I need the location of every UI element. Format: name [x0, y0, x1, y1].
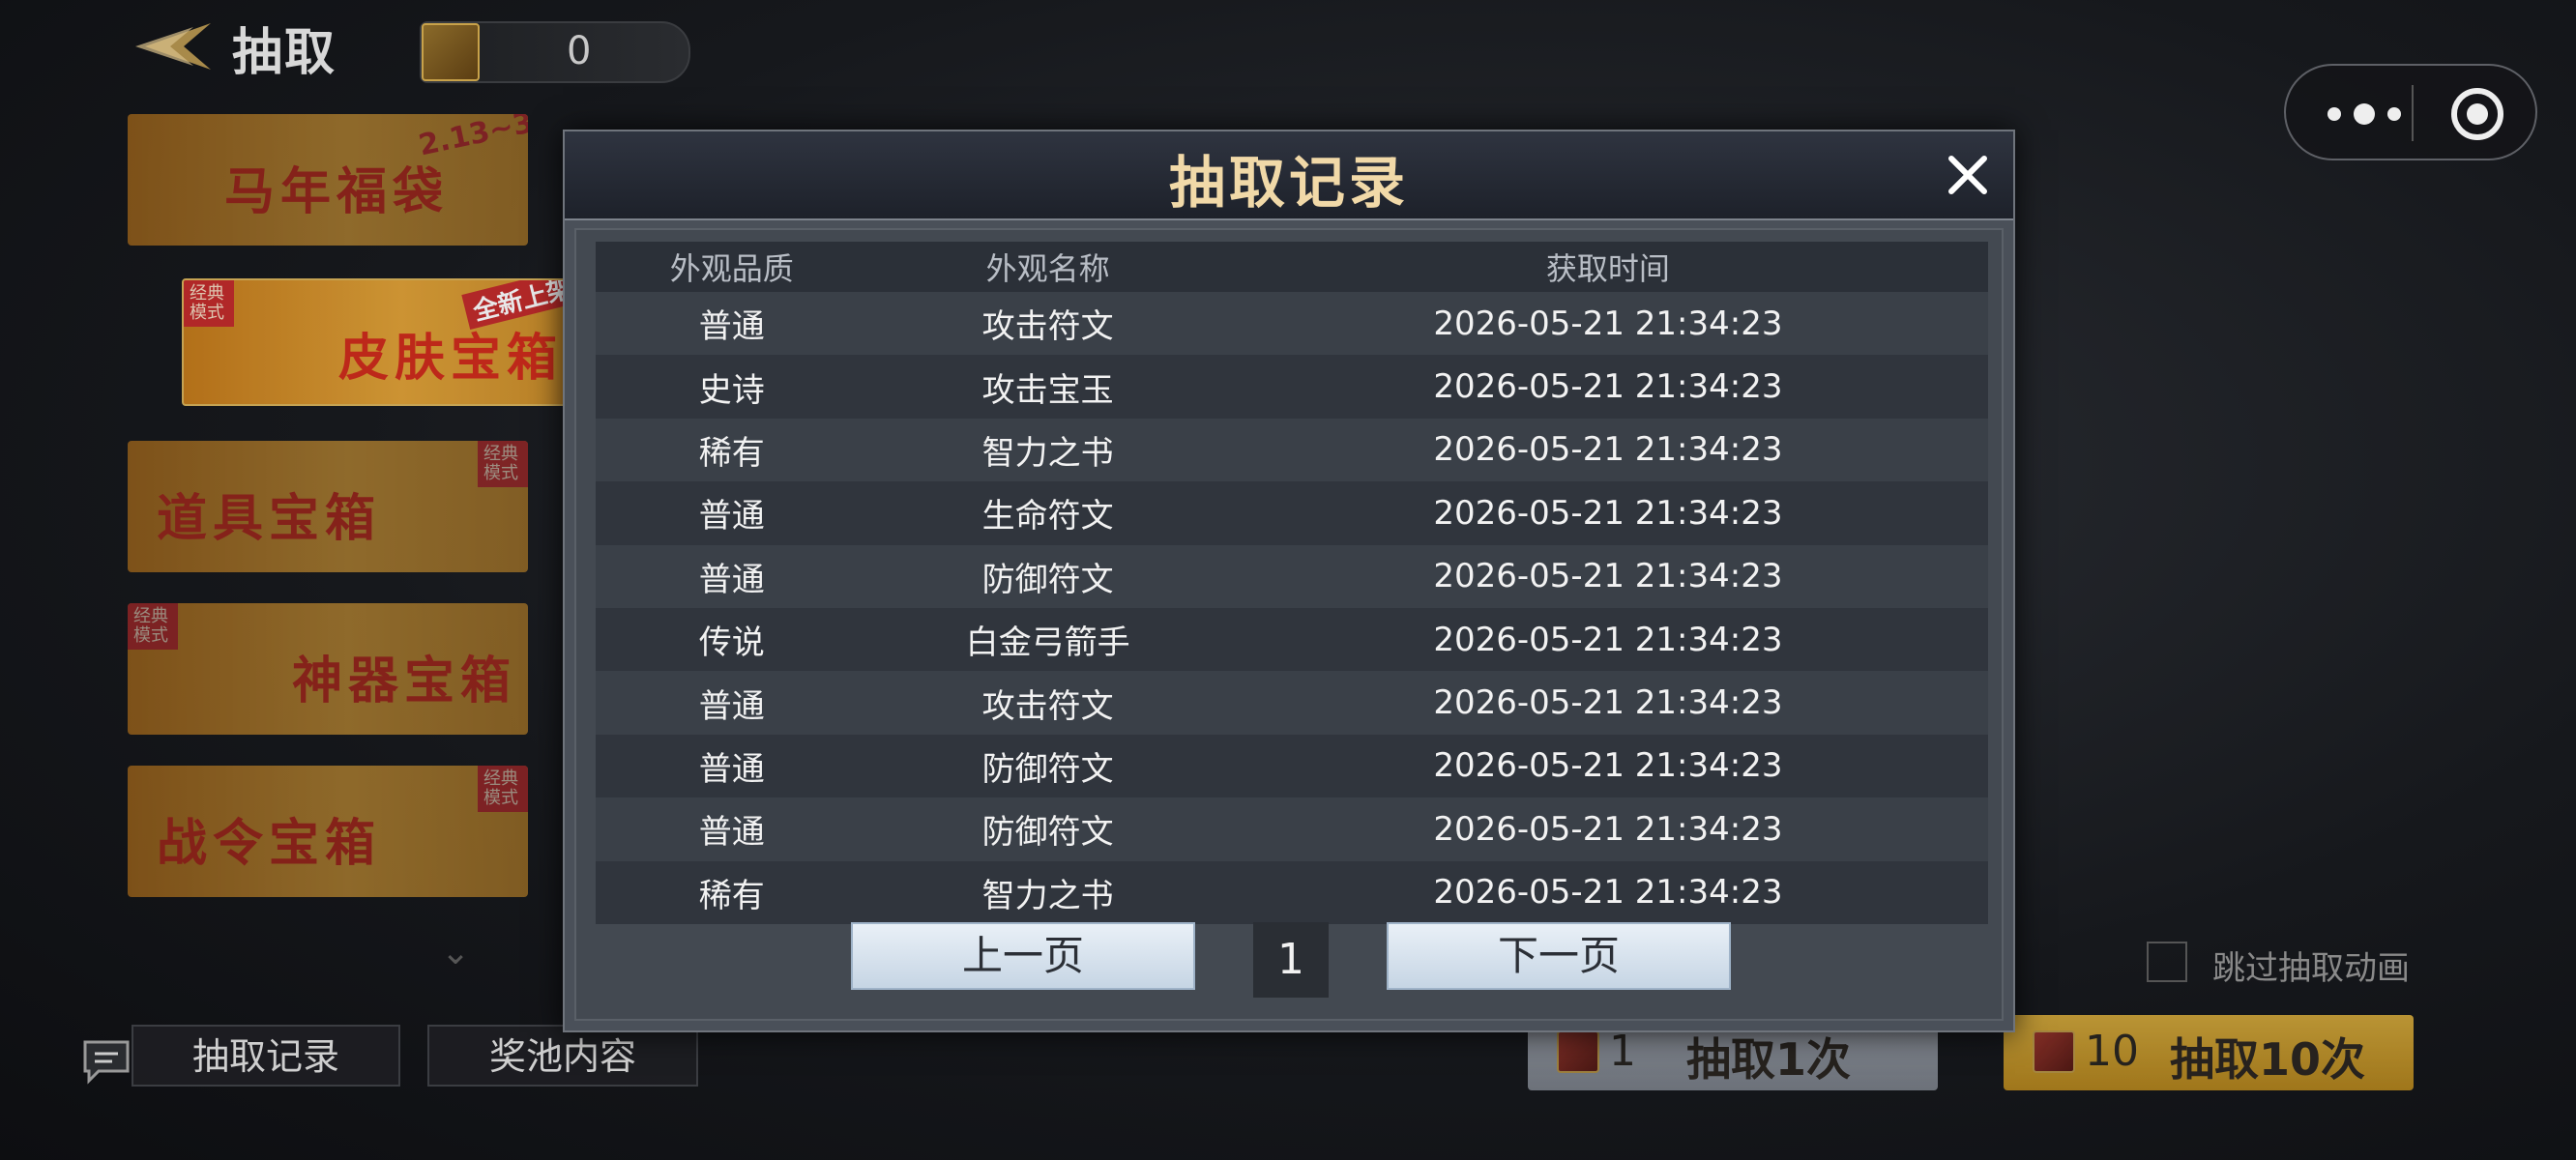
- page-number: 1: [1253, 922, 1329, 998]
- cell-name: 攻击宝玉: [867, 355, 1228, 419]
- table-row: 史诗 攻击宝玉 2026-05-21 21:34:23: [596, 355, 1988, 419]
- cell-time: 2026-05-21 21:34:23: [1227, 544, 1988, 608]
- cell-name: 防御符文: [867, 734, 1228, 798]
- table-header-row: 外观品质 外观名称 获取时间: [596, 242, 1988, 292]
- classic-mode-tag: 经典模式: [478, 441, 528, 487]
- cell-quality: 普通: [596, 481, 868, 545]
- draw-ten-button[interactable]: 10 抽取10次: [2004, 1015, 2414, 1090]
- banner-label: 道具宝箱: [157, 490, 382, 548]
- book-icon: [2033, 1030, 2075, 1073]
- cell-name: 生命符文: [867, 481, 1228, 545]
- banner-battlepass-chest[interactable]: 战令宝箱 经典模式: [128, 766, 528, 897]
- draw-ten-label: 抽取10次: [2170, 1033, 2366, 1086]
- banner-lucky-bag[interactable]: 马年福袋 2.13~3.5: [128, 114, 528, 246]
- draw-history-modal: 抽取记录 外观品质 外观名称 获取时间 普通 攻击符文 2026-05-21 21:…: [563, 130, 2015, 1032]
- banner-artifact-chest[interactable]: 经典模式 神器宝箱: [128, 603, 528, 735]
- table-row: 普通 防御符文 2026-05-21 21:34:23: [596, 544, 1988, 608]
- cell-time: 2026-05-21 21:34:23: [1227, 734, 1988, 798]
- modal-header: 抽取记录: [565, 131, 2013, 220]
- banner-label: 战令宝箱: [157, 815, 382, 873]
- cell-time: 2026-05-21 21:34:23: [1227, 798, 1988, 861]
- skip-animation-checkbox[interactable]: [2147, 942, 2187, 982]
- banner-label: 皮肤宝箱: [338, 330, 564, 388]
- banner-label: 马年福袋: [224, 163, 450, 221]
- currency-value: 0: [567, 29, 592, 73]
- cell-quality: 普通: [596, 734, 868, 798]
- cell-quality: 史诗: [596, 355, 868, 419]
- target-icon[interactable]: [2448, 85, 2506, 143]
- draw-history-tab[interactable]: 抽取记录: [132, 1025, 400, 1087]
- cell-name: 攻击符文: [867, 671, 1228, 735]
- cell-quality: 普通: [596, 798, 868, 861]
- book-icon: [422, 23, 480, 81]
- banner-skin-chest[interactable]: 经典模式 皮肤宝箱 全新上架: [182, 278, 582, 406]
- cell-quality: 普通: [596, 544, 868, 608]
- modal-title: 抽取记录: [1168, 150, 1409, 216]
- close-icon[interactable]: [1944, 151, 1992, 199]
- draw-once-label: 抽取1次: [1686, 1033, 1852, 1086]
- cell-name: 智力之书: [867, 860, 1228, 924]
- cell-quality: 稀有: [596, 418, 868, 482]
- table-row: 普通 攻击符文 2026-05-21 21:34:23: [596, 671, 1988, 735]
- pool-contents-tab[interactable]: 奖池内容: [427, 1025, 698, 1087]
- cell-time: 2026-05-21 21:34:23: [1227, 671, 1988, 735]
- classic-mode-tag: 经典模式: [184, 280, 234, 327]
- skip-animation-label: 跳过抽取动画: [2212, 949, 2410, 988]
- cell-time: 2026-05-21 21:34:23: [1227, 292, 1988, 356]
- cell-time: 2026-05-21 21:34:23: [1227, 860, 1988, 924]
- table-row: 普通 防御符文 2026-05-21 21:34:23: [596, 734, 1988, 798]
- cell-name: 攻击符文: [867, 292, 1228, 356]
- cell-time: 2026-05-21 21:34:23: [1227, 418, 1988, 482]
- column-header-name: 外观名称: [867, 242, 1228, 292]
- cell-quality: 普通: [596, 671, 868, 735]
- more-dots-icon[interactable]: [2321, 95, 2408, 133]
- cell-name: 白金弓箭手: [867, 607, 1228, 672]
- book-icon: [1557, 1030, 1599, 1073]
- table-row: 普通 生命符文 2026-05-21 21:34:23: [596, 481, 1988, 545]
- draw-ten-cost: 10: [2085, 1027, 2139, 1076]
- cell-name: 智力之书: [867, 418, 1228, 482]
- page-title: 抽取: [232, 24, 337, 82]
- cell-quality: 普通: [596, 292, 868, 356]
- classic-mode-tag: 经典模式: [128, 603, 178, 650]
- cell-time: 2026-05-21 21:34:23: [1227, 481, 1988, 545]
- cell-time: 2026-05-21 21:34:23: [1227, 607, 1988, 672]
- capsule-divider: [2412, 85, 2414, 141]
- back-arrow-icon[interactable]: [126, 17, 213, 75]
- chat-icon[interactable]: [81, 1038, 132, 1085]
- banner-item-chest[interactable]: 道具宝箱 经典模式: [128, 441, 528, 572]
- chevron-down-icon[interactable]: ⌄: [441, 933, 470, 972]
- table-row: 稀有 智力之书 2026-05-21 21:34:23: [596, 860, 1988, 924]
- draw-once-cost: 1: [1609, 1027, 1636, 1076]
- cell-name: 防御符文: [867, 544, 1228, 608]
- draw-history-table: 外观品质 外观名称 获取时间 普通 攻击符文 2026-05-21 21:34:23…: [596, 242, 1988, 924]
- miniprogram-capsule: [2284, 64, 2537, 160]
- table-row: 传说 白金弓箭手 2026-05-21 21:34:23: [596, 607, 1988, 672]
- cell-quality: 传说: [596, 607, 868, 672]
- classic-mode-tag: 经典模式: [478, 766, 528, 812]
- table-row: 稀有 智力之书 2026-05-21 21:34:23: [596, 418, 1988, 482]
- banner-date-tag: 2.13~3.5: [416, 114, 528, 163]
- cell-quality: 稀有: [596, 860, 868, 924]
- currency-display: 0: [420, 21, 690, 83]
- modal-body: 外观品质 外观名称 获取时间 普通 攻击符文 2026-05-21 21:34:23…: [574, 228, 2004, 1021]
- banner-label: 神器宝箱: [292, 652, 517, 710]
- cell-time: 2026-05-21 21:34:23: [1227, 355, 1988, 419]
- table-row: 普通 攻击符文 2026-05-21 21:34:23: [596, 292, 1988, 356]
- column-header-time: 获取时间: [1227, 242, 1988, 292]
- cell-name: 防御符文: [867, 798, 1228, 861]
- next-page-button[interactable]: 下一页: [1387, 922, 1731, 990]
- prev-page-button[interactable]: 上一页: [851, 922, 1195, 990]
- table-row: 普通 防御符文 2026-05-21 21:34:23: [596, 798, 1988, 861]
- column-header-quality: 外观品质: [596, 242, 868, 292]
